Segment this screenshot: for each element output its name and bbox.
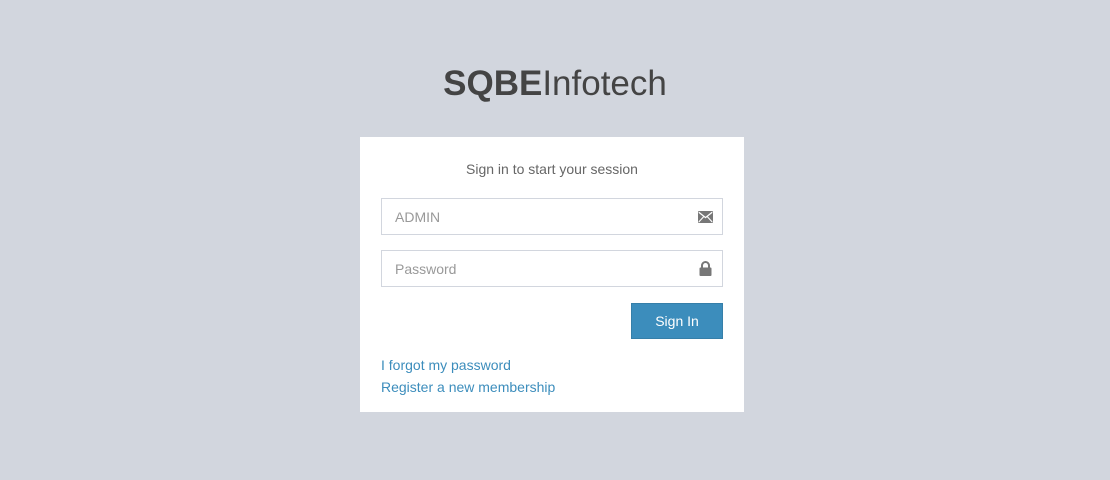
- login-box: Sign in to start your session Sign In I …: [360, 137, 744, 412]
- password-input[interactable]: [381, 250, 723, 287]
- login-box-message: Sign in to start your session: [466, 161, 638, 177]
- envelope-icon: [697, 209, 713, 225]
- username-input[interactable]: [381, 198, 723, 235]
- lock-icon: [697, 261, 713, 277]
- sign-in-button[interactable]: Sign In: [631, 303, 723, 339]
- register-membership-link[interactable]: Register a new membership: [381, 376, 723, 398]
- logo-bold-text: SQBE: [443, 64, 543, 103]
- forgot-password-link[interactable]: I forgot my password: [381, 354, 723, 376]
- password-field: [381, 250, 723, 287]
- username-field: [381, 198, 723, 235]
- login-actions: Sign In: [381, 302, 723, 354]
- app-logo[interactable]: SQBEInfotech: [0, 62, 1110, 106]
- logo-light-text: Infotech: [542, 64, 667, 103]
- login-links: I forgot my password Register a new memb…: [381, 354, 723, 398]
